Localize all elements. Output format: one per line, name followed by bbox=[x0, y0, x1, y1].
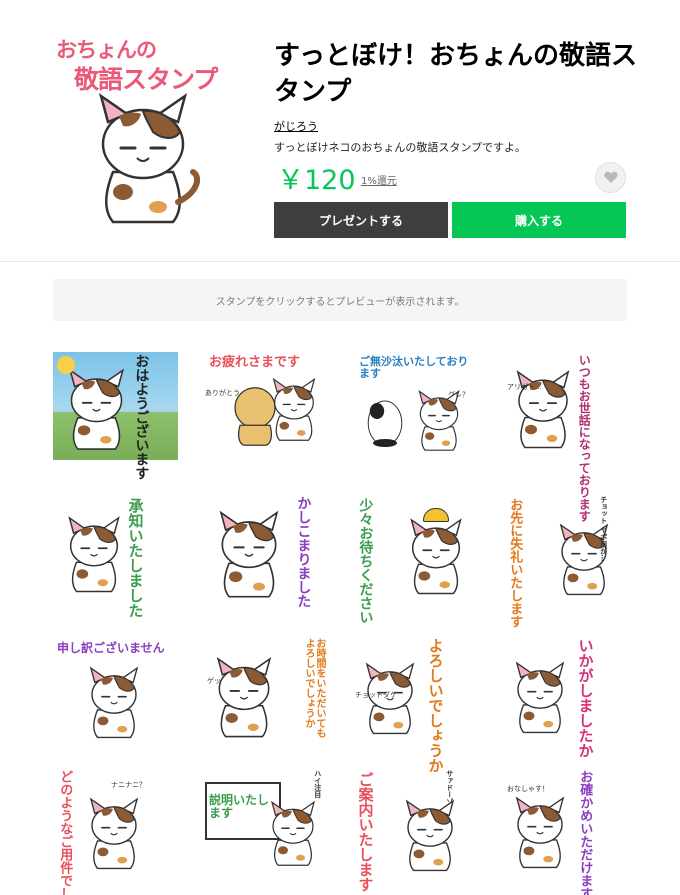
sticker-note: ハイ注目 bbox=[313, 770, 322, 798]
sticker-cat-image bbox=[410, 519, 462, 595]
sticker-text: 少々お待ちください bbox=[357, 498, 374, 624]
sticker-cat-image bbox=[220, 511, 278, 598]
sticker-note: チョットダケ bbox=[355, 691, 397, 699]
sticker-yoroshii[interactable]: よろしいでしょうか チョットダケ bbox=[353, 636, 477, 773]
sticker-ohayou[interactable]: おはようございます bbox=[53, 352, 178, 480]
buy-button[interactable]: 購入する bbox=[452, 202, 626, 238]
favorite-button[interactable] bbox=[595, 162, 626, 193]
sticker-text: お疲れさまです bbox=[209, 355, 301, 370]
sticker-ojikan[interactable]: お時間をいただいてもよろしいでしょうか ゲッ bbox=[203, 636, 327, 744]
sticker-text: いつもお世話になっております bbox=[577, 354, 592, 522]
author-link[interactable]: がじろう bbox=[274, 118, 318, 134]
product-description: すっとぼけネコのおちょんの敬語スタンプですよ。 bbox=[274, 141, 527, 154]
sticker-text: いかがしましたか bbox=[576, 638, 595, 758]
price: ￥120 bbox=[277, 165, 356, 196]
sticker-note: ゲッ bbox=[207, 677, 221, 685]
sticker-text: お時間をいただいてもよろしいでしょうか bbox=[303, 638, 325, 738]
sticker-note: ありがとう bbox=[205, 389, 240, 397]
sticker-moushiwake[interactable]: 申し訳ございません bbox=[53, 636, 177, 744]
product-header: おちょんの 敬語スタンプ すっとぼけ！おちょんの敬語スタンプ がじろう すっとぼ… bbox=[0, 0, 680, 262]
sticker-text: おはようございます bbox=[133, 354, 150, 480]
sticker-note: アリガト… bbox=[507, 383, 542, 391]
sticker-text: お先に失礼いたします bbox=[507, 498, 523, 628]
sticker-text: どのようなご用件でしょうか bbox=[57, 770, 73, 895]
sticker-itsumo-osewa[interactable]: いつもお世話になっております アリガト… bbox=[503, 352, 627, 522]
sticker-gobusata[interactable]: ご無沙汰いたしております グレ？ bbox=[353, 352, 477, 460]
sticker-kashikomarimashita[interactable]: かしこまりました bbox=[203, 494, 327, 608]
preview-hint: スタンプをクリックするとプレビューが表示されます。 bbox=[53, 279, 627, 321]
sticker-grid: おはようございます お疲れさまです ありがとう ご無沙汰いたしております グレ？… bbox=[53, 352, 627, 895]
sticker-cat-image bbox=[68, 517, 120, 593]
sticker-ikaga[interactable]: いかがしましたか bbox=[503, 636, 627, 758]
sticker-cat-image bbox=[69, 369, 124, 450]
sticker-cat-image bbox=[516, 797, 564, 869]
sticker-goannai[interactable]: ご案内いたします サァドーゾ bbox=[353, 768, 477, 894]
sticker-note: ナニナニ？ bbox=[111, 781, 146, 789]
hardhat-icon bbox=[423, 508, 449, 522]
sticker-cat-image bbox=[406, 800, 454, 872]
cashback-link[interactable]: 1%還元 bbox=[361, 172, 397, 187]
sticker-cat-image bbox=[516, 662, 564, 734]
sticker-shoushou-omachi[interactable]: 少々お待ちください bbox=[353, 494, 477, 624]
sticker-donoyouna[interactable]: どのようなご用件でしょうか ナニナニ？ bbox=[53, 768, 177, 895]
sticker-cat-image bbox=[272, 378, 316, 441]
sticker-setsumei[interactable]: 説明いたします ハイ注目 bbox=[203, 768, 327, 894]
page-title: すっとぼけ！おちょんの敬語スタンプ bbox=[274, 41, 637, 107]
sticker-cat-image bbox=[217, 657, 271, 738]
sticker-text: よろしいでしょうか bbox=[426, 638, 445, 773]
sticker-note: グレ？ bbox=[448, 391, 469, 399]
sticker-note: おなしゃす！ bbox=[507, 785, 549, 793]
sticker-cat-image bbox=[367, 400, 403, 447]
main-sticker-image: おちょんの 敬語スタンプ bbox=[50, 30, 232, 230]
sticker-cat-image bbox=[516, 370, 570, 449]
sticker-text: ご案内いたします bbox=[356, 772, 375, 892]
sticker-text: 申し訳ございません bbox=[57, 641, 165, 655]
sticker-text: かしこまりました bbox=[295, 496, 312, 608]
sticker-text: ご無沙汰いたしております bbox=[359, 355, 469, 380]
sticker-otsukaresama[interactable]: お疲れさまです ありがとう bbox=[203, 352, 327, 460]
sticker-osaki-ni-shitsurei[interactable]: お先に失礼いたします チョット ヤボ用が… bbox=[503, 494, 627, 628]
sticker-text: 承知いたしました bbox=[126, 498, 145, 618]
heart-icon bbox=[603, 171, 618, 183]
sticker-otashikame[interactable]: お確かめいただけますか おなしゃす！ bbox=[503, 768, 627, 895]
sticker-note: チョット ヤボ用が… bbox=[599, 496, 608, 562]
main-cat-illustration bbox=[99, 94, 201, 224]
sticker-note: サァドーゾ bbox=[445, 770, 454, 805]
sticker-cat-image bbox=[90, 798, 138, 870]
present-button[interactable]: プレゼントする bbox=[274, 202, 448, 238]
sticker-shouchi[interactable]: 承知いたしました bbox=[53, 494, 177, 618]
main-image-text-line2: 敬語スタンプ bbox=[74, 65, 218, 94]
sticker-cat-image bbox=[90, 667, 138, 739]
sticker-text: お確かめいただけますか bbox=[577, 770, 593, 895]
sun-icon bbox=[57, 356, 75, 374]
